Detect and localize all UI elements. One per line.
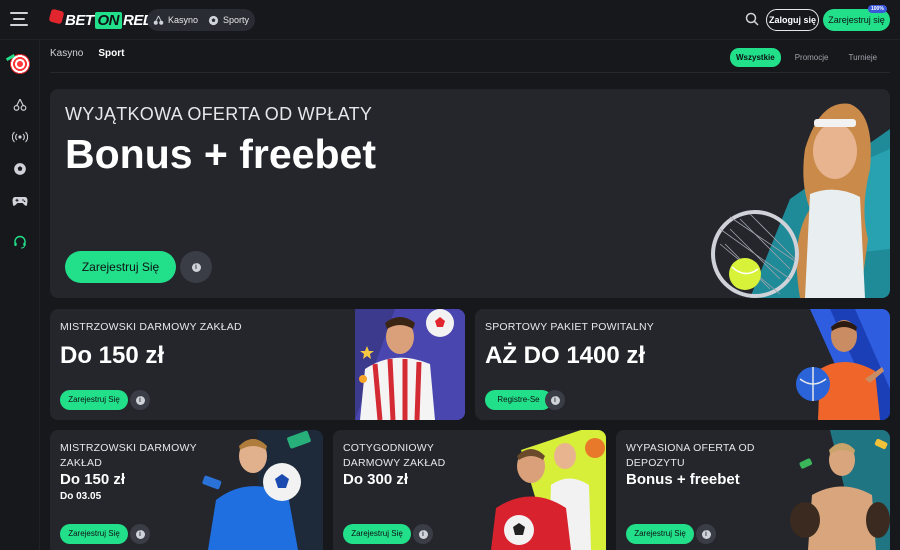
boxer-image <box>790 430 890 550</box>
tabs-divider <box>50 72 890 73</box>
info-icon: i <box>701 529 711 539</box>
top-bar: BET ON RED Kasyno Sporty Zaloguj się Zar… <box>0 0 900 40</box>
football-player-image <box>202 430 323 550</box>
rail-item-promotions[interactable] <box>10 54 30 74</box>
hero-info-button[interactable]: i <box>180 251 212 283</box>
info-icon: i <box>550 395 560 405</box>
logo[interactable]: BET ON RED <box>48 8 154 30</box>
card-register-button[interactable]: Registre-Se <box>485 390 552 410</box>
filter-all[interactable]: Wszystkie <box>730 48 781 67</box>
card-info-button[interactable]: i <box>130 524 150 544</box>
football-player-image <box>355 309 465 420</box>
bonus-badge: 100% <box>868 5 887 13</box>
search-icon[interactable] <box>745 12 759 26</box>
cherry-icon <box>153 15 164 25</box>
cherry-icon <box>13 98 27 111</box>
tennis-player-image <box>711 103 890 298</box>
hero-title: Bonus + freebet <box>65 131 376 177</box>
card-kicker: WYPASIONA OFERTA OD DEPOZYTU <box>626 442 755 469</box>
card-register-button[interactable]: Zarejestruj Się <box>60 390 128 410</box>
hamburger-menu-icon[interactable] <box>10 12 28 26</box>
card-register-button[interactable]: Zarejestruj Się <box>60 524 128 544</box>
card-kicker: MISTRZOWSKI DARMOWY ZAKŁAD <box>60 321 242 333</box>
card-title: Do 150 zł <box>60 342 165 369</box>
rail-item-live[interactable] <box>10 128 30 146</box>
football-player-image <box>796 309 890 420</box>
promo-filters: Wszystkie Promocje Turnieje <box>730 48 883 67</box>
info-icon: i <box>135 529 145 539</box>
switch-casino-label: Kasyno <box>168 15 199 25</box>
rail-item-esports[interactable] <box>10 192 30 210</box>
hero-banner[interactable]: WYJĄTKOWA OFERTA OD WPŁATY Bonus + freeb… <box>50 89 890 298</box>
hero-register-button[interactable]: Zarejestruj Się <box>65 251 176 283</box>
info-icon: i <box>418 529 428 539</box>
left-rail <box>0 40 40 550</box>
soccer-ball-icon <box>14 163 26 175</box>
logo-word-on: ON <box>94 11 122 29</box>
dice-icon <box>48 8 65 24</box>
card-info-button[interactable]: i <box>545 390 565 410</box>
card-info-button[interactable]: i <box>130 390 150 410</box>
card-kicker: SPORTOWY PAKIET POWITALNY <box>485 321 654 333</box>
football-players-image <box>491 430 606 550</box>
promo-card-1[interactable]: MISTRZOWSKI DARMOWY ZAKŁAD Do 150 zł Zar… <box>50 309 465 420</box>
card-title: Do 150 zł <box>60 471 126 488</box>
tab-casino[interactable]: Kasyno <box>50 48 83 63</box>
card-kicker: MISTRZOWSKI DARMOWY ZAKŁAD <box>60 442 197 469</box>
card-title: Do 300 zł <box>343 471 409 488</box>
rail-item-support[interactable] <box>10 233 30 251</box>
rail-item-sports[interactable] <box>10 160 30 178</box>
card-info-button[interactable]: i <box>696 524 716 544</box>
card-register-button[interactable]: Zarejestruj Się <box>626 524 694 544</box>
category-tabs: Kasyno Sport <box>50 48 124 63</box>
promo-card-4[interactable]: COTYGODNIOWY DARMOWY ZAKŁAD Do 300 zł Za… <box>333 430 606 550</box>
card-title: AŻ DO 1400 zł <box>485 342 646 369</box>
live-signal-icon <box>12 131 28 143</box>
product-switcher: Kasyno Sporty <box>147 9 255 31</box>
logo-word-bet: BET <box>65 11 94 29</box>
switch-sports-label: Sporty <box>223 15 250 25</box>
promo-card-2[interactable]: SPORTOWY PAKIET POWITALNY AŻ DO 1400 zł … <box>475 309 890 420</box>
promo-card-3[interactable]: MISTRZOWSKI DARMOWY ZAKŁAD Do 150 zł Do … <box>50 430 323 550</box>
card-info-button[interactable]: i <box>413 524 433 544</box>
switch-casino[interactable]: Kasyno <box>153 15 198 26</box>
soccer-ball-icon <box>208 15 219 25</box>
promo-card-5[interactable]: WYPASIONA OFERTA OD DEPOZYTU Bonus + fre… <box>616 430 890 550</box>
switch-sports[interactable]: Sporty <box>208 15 249 26</box>
gamepad-icon <box>12 197 28 206</box>
tab-sport[interactable]: Sport <box>98 48 124 63</box>
info-icon: i <box>191 262 201 272</box>
hero-kicker: WYJĄTKOWA OFERTA OD WPŁATY <box>65 104 373 124</box>
headset-icon <box>14 235 26 249</box>
rail-item-casino[interactable] <box>10 96 30 114</box>
info-icon: i <box>135 395 145 405</box>
card-register-button[interactable]: Zarejestruj Się <box>343 524 411 544</box>
filter-promotions[interactable]: Promocje <box>789 48 835 67</box>
card-title: Bonus + freebet <box>626 471 740 488</box>
login-button[interactable]: Zaloguj się <box>766 9 819 31</box>
filter-tournaments[interactable]: Turnieje <box>842 48 883 67</box>
card-kicker: COTYGODNIOWY DARMOWY ZAKŁAD <box>343 442 446 469</box>
target-icon <box>10 54 30 74</box>
card-date: Do 03.05 <box>60 491 102 502</box>
